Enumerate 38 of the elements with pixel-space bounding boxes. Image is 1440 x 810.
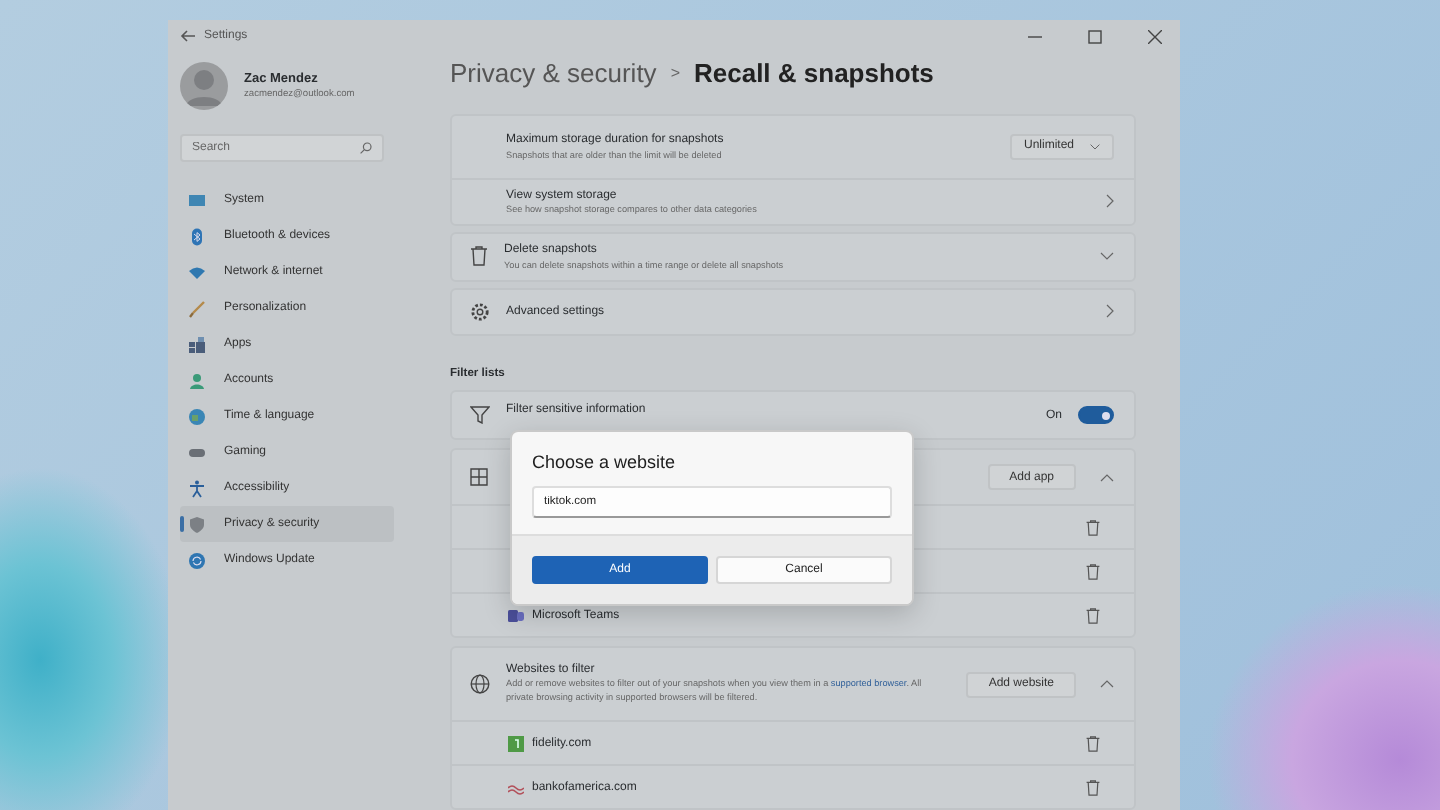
chevron-right-icon <box>1106 194 1114 209</box>
apps-icon <box>188 335 206 353</box>
brush-icon <box>188 299 206 317</box>
site-icon <box>508 735 524 752</box>
trash-icon[interactable] <box>1086 607 1100 624</box>
page-title: Recall & snapshots <box>693 58 934 89</box>
globe-icon <box>470 674 490 695</box>
chevron-down-icon[interactable] <box>1100 252 1114 261</box>
dialog-title: Choose a website <box>532 452 678 472</box>
accessibility-icon <box>188 479 206 497</box>
chevron-right-icon <box>1106 304 1114 319</box>
trash-icon[interactable] <box>1086 563 1100 580</box>
funnel-icon <box>470 406 490 425</box>
gear-icon <box>470 301 490 322</box>
globe-icon <box>188 407 206 425</box>
avatar <box>180 62 228 110</box>
breadcrumb-separator: > <box>670 64 680 83</box>
chevron-up-icon[interactable] <box>1100 680 1114 689</box>
trash-icon[interactable] <box>1086 779 1100 796</box>
gamepad-icon <box>188 443 206 461</box>
site-icon <box>508 779 524 796</box>
system-icon <box>188 191 206 209</box>
apps-grid-icon <box>470 468 488 487</box>
chevron-down-icon <box>1090 143 1100 150</box>
trash-icon[interactable] <box>1086 519 1100 536</box>
bluetooth-icon <box>188 227 206 245</box>
shield-icon <box>188 515 206 533</box>
person-icon <box>188 371 206 389</box>
toggle-switch[interactable] <box>1078 406 1114 425</box>
chevron-up-icon[interactable] <box>1100 473 1114 482</box>
trash-icon <box>470 246 488 267</box>
wifi-icon <box>188 263 206 281</box>
search-icon <box>360 142 372 154</box>
trash-icon[interactable] <box>1086 735 1100 752</box>
breadcrumb-parent[interactable]: Privacy & security <box>450 58 657 89</box>
back-arrow-icon[interactable] <box>180 30 196 42</box>
sync-icon <box>188 551 206 569</box>
teams-icon <box>508 607 524 624</box>
